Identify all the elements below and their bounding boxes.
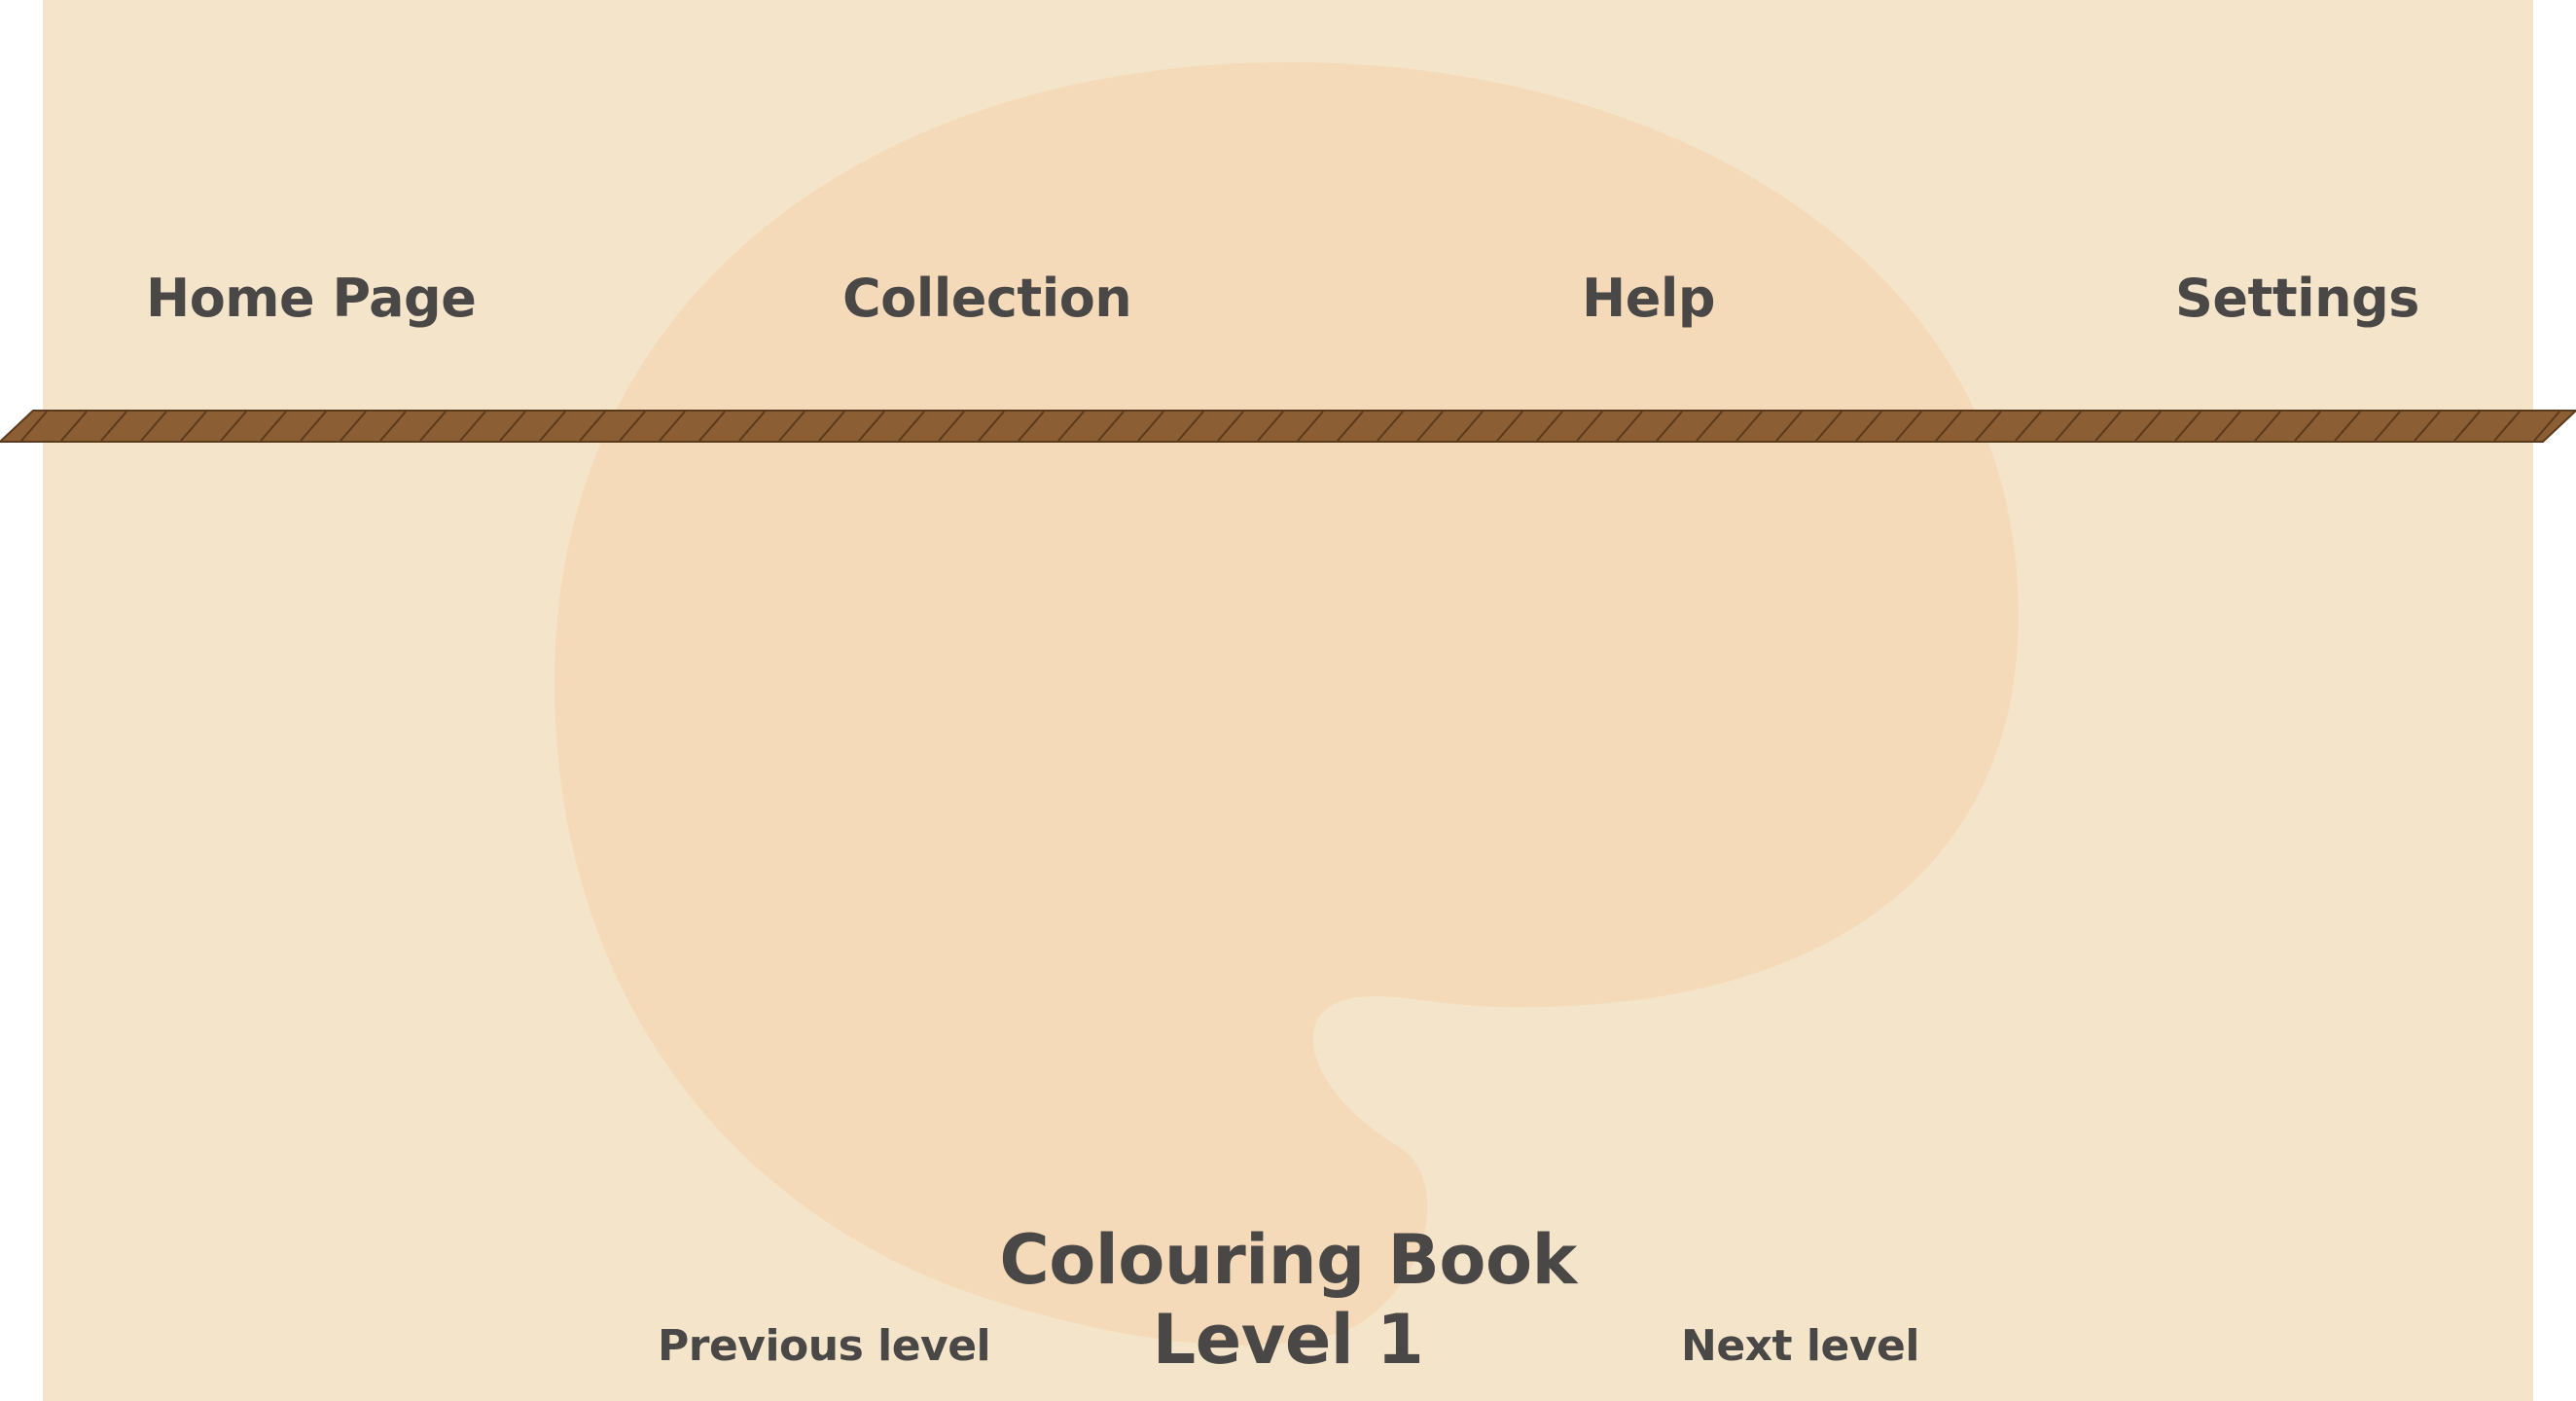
app-screen: Home Page Collection Help Settings Colou… [0,0,2576,1401]
nav-settings[interactable]: Settings [2175,268,2419,329]
level-label: Level 1 [1152,1300,1424,1380]
previous-level-button[interactable]: Previous level [658,1321,991,1371]
palette-shape-icon [555,62,2019,1346]
nav-collection[interactable]: Collection [842,268,1132,329]
next-level-button[interactable]: Next level [1681,1321,1919,1371]
nav-home-page[interactable]: Home Page [146,268,477,329]
rope-divider [0,410,2576,443]
book-title-block: Colouring Book Level 1 [996,1220,1580,1380]
book-title: Colouring Book [999,1220,1577,1300]
nav-help[interactable]: Help [1582,268,1715,329]
